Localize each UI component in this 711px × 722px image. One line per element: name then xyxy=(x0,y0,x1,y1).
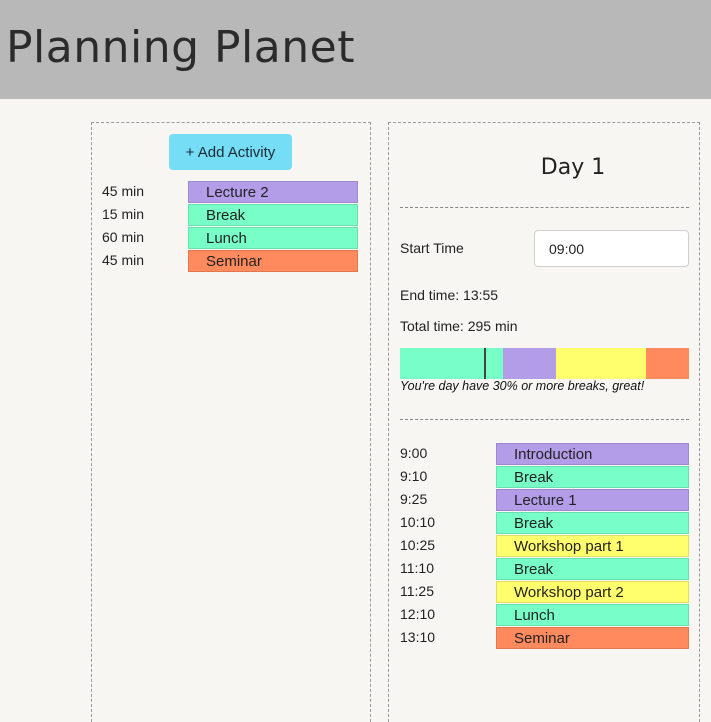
app-title: Planning Planet xyxy=(6,22,355,73)
add-activity-button[interactable]: + Add Activity xyxy=(169,134,292,170)
schedule-block[interactable]: Introduction xyxy=(496,443,689,465)
activity-block[interactable]: Lunch xyxy=(188,227,358,249)
activity-block[interactable]: Break xyxy=(188,204,358,226)
schedule-block[interactable]: Lecture 1 xyxy=(496,489,689,511)
schedule-block[interactable]: Lunch xyxy=(496,604,689,626)
total-time-text: Total time: 295 min xyxy=(400,318,518,334)
break-message: You're day have 30% or more breaks, grea… xyxy=(400,379,645,393)
schedule-time: 9:10 xyxy=(400,468,428,484)
app-header: Planning Planet xyxy=(0,0,711,99)
schedule-block[interactable]: Break xyxy=(496,466,689,488)
divider xyxy=(400,419,689,420)
schedule-block[interactable]: Seminar xyxy=(496,627,689,649)
schedule-time: 11:25 xyxy=(400,583,434,599)
schedule-block[interactable]: Break xyxy=(496,512,689,534)
end-time-text: End time: 13:55 xyxy=(400,287,499,303)
activity-duration: 45 min xyxy=(102,183,145,199)
schedule-time: 12:10 xyxy=(400,606,436,622)
activity-duration: 15 min xyxy=(102,206,145,222)
activity-block[interactable]: Seminar xyxy=(188,250,358,272)
schedule-block[interactable]: Workshop part 1 xyxy=(496,535,689,557)
schedule-block[interactable]: Workshop part 2 xyxy=(496,581,689,603)
schedule-time: 13:10 xyxy=(400,629,436,645)
start-time-label: Start Time xyxy=(400,240,464,256)
schedule-time: 9:00 xyxy=(400,445,428,461)
activity-duration: 45 min xyxy=(102,252,145,268)
distribution-segment xyxy=(556,348,646,379)
activity-item: 45 min Lecture 2 xyxy=(0,181,711,204)
distribution-segment xyxy=(645,348,689,379)
distribution-segment xyxy=(400,348,503,379)
schedule-time: 10:25 xyxy=(400,537,436,553)
time-distribution-bar xyxy=(400,348,689,379)
schedule-time: 9:25 xyxy=(400,491,428,507)
start-time-input[interactable] xyxy=(534,230,689,267)
divider xyxy=(400,207,689,208)
activity-duration: 60 min xyxy=(102,229,145,245)
schedule-time: 11:10 xyxy=(400,560,434,576)
break-threshold-marker xyxy=(483,348,486,379)
schedule-time: 10:10 xyxy=(400,514,436,530)
day-title: Day 1 xyxy=(540,155,606,180)
schedule-block[interactable]: Break xyxy=(496,558,689,580)
activity-block[interactable]: Lecture 2 xyxy=(188,181,358,203)
distribution-segment xyxy=(502,348,557,379)
